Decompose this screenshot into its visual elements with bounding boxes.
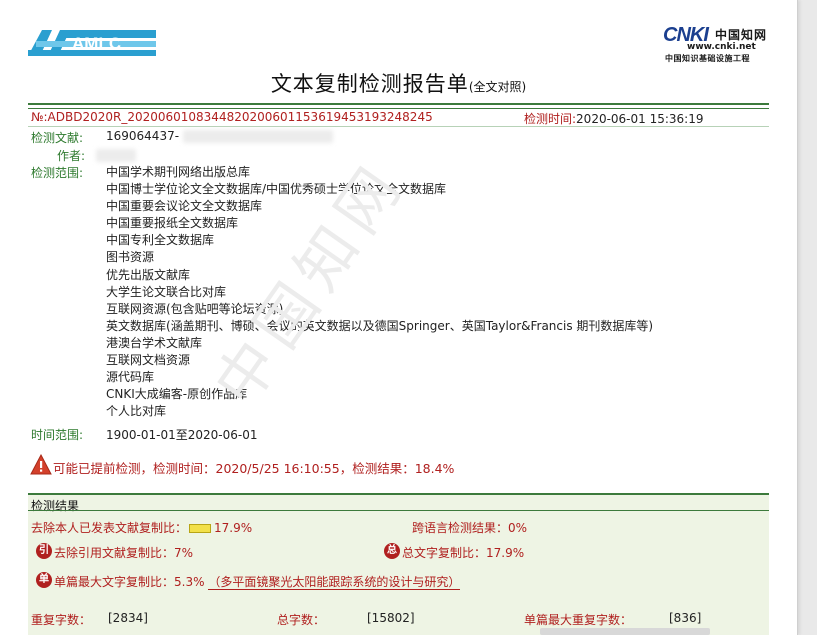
repeat-chars-value: [2834] <box>108 611 148 625</box>
check-time: 检测时间:2020-06-01 15:36:19 <box>524 110 704 127</box>
range-item: 英文数据库(涵盖期刊、博硕、会议的英文数据以及德国Springer、英国Tayl… <box>106 318 654 333</box>
cross-lang-value: 0% <box>508 521 528 535</box>
report-title-suffix: (全文对照) <box>468 80 527 94</box>
single-source-title[interactable]: （多平面镜聚光太阳能跟踪系统的设计与研究） <box>208 575 461 590</box>
doc-value: 169064437- <box>106 129 334 143</box>
report-page: AMLC CNKI 中国知网 www.cnki.net 中国知识基础设施工程 文… <box>0 0 798 635</box>
single-max-repeat: 单篇最大重复字数： <box>524 611 632 628</box>
report-title-main: 文本复制检测报告单 <box>270 72 469 96</box>
range-item: 优先出版文献库 <box>106 267 191 282</box>
range-item: 互联网资源(包含贴吧等论坛资源) <box>106 301 284 316</box>
range-item: CNKI大成编客-原创作品库 <box>106 387 248 402</box>
check-time-value: 2020-06-01 15:36:19 <box>576 112 704 126</box>
range-item: 源代码库 <box>106 370 155 385</box>
range-item: 大学生论文联合比对库 <box>106 284 227 299</box>
exclude-self-value: 17.9% <box>214 521 253 535</box>
range-item: 个人比对库 <box>106 404 167 419</box>
doc-id: 169064437- <box>106 129 180 143</box>
warning-text: 可能已提前检测，检测时间：2020/5/25 16:10:55，检测结果：18.… <box>53 461 455 476</box>
single-value: 5.3% <box>174 575 205 589</box>
time-range-value: 1900-01-01至2020-06-01 <box>106 428 258 442</box>
results-top-line <box>28 493 769 495</box>
cnki-subtitle: 中国知识基础设施工程 <box>665 54 750 63</box>
cnki-logo: CNKI 中国知网 www.cnki.net 中国知识基础设施工程 <box>663 24 773 64</box>
range-item: 港澳台学术文献库 <box>106 335 203 350</box>
total-chars-value: [15802] <box>367 611 415 625</box>
warning-icon <box>30 454 52 475</box>
total-value: 17.9% <box>486 546 525 560</box>
single-row: 单篇最大文字复制比：5.3% （多平面镜聚光太阳能跟踪系统的设计与研究） <box>54 573 461 590</box>
results-title: 检测结果 <box>31 499 80 513</box>
viewer-toolbar-hint[interactable] <box>540 628 710 635</box>
exclude-self-row: 去除本人已发表文献复制比： 17.9% <box>31 519 252 536</box>
amlc-logo: AMLC <box>28 30 156 56</box>
cnki-cn: 中国知网 <box>715 28 768 42</box>
doc-label: 检测文献: <box>31 131 84 145</box>
results-title-line <box>28 510 769 511</box>
amlc-logo-text: AMLC <box>72 34 121 53</box>
single-label: 单篇最大文字复制比： <box>54 575 175 589</box>
cross-lang-label: 跨语言检测结果： <box>412 521 509 535</box>
single-max-repeat-value: [836] <box>669 611 702 625</box>
results-section: 检测结果 去除本人已发表文献复制比： 17.9% 跨语言检测结果：0% 引 去除引… <box>28 493 769 635</box>
exclude-quote-row: 去除引用文献复制比：7% <box>54 544 193 561</box>
total-row: 总文字复制比：17.9% <box>402 544 524 561</box>
range-label: 检测范围: <box>31 166 84 180</box>
author-label: 作者: <box>57 149 86 163</box>
exclude-self-label: 去除本人已发表文献复制比： <box>31 521 188 535</box>
meta-divider <box>28 126 769 127</box>
range-item: 图书资源 <box>106 250 155 265</box>
total-chars-label: 总字数： <box>277 613 326 627</box>
check-time-label: 检测时间: <box>524 112 577 126</box>
repeat-chars: 重复字数： <box>31 611 91 628</box>
single-max-repeat-label: 单篇最大重复字数： <box>524 613 633 627</box>
title-divider <box>28 103 769 109</box>
cross-lang-row: 跨语言检测结果：0% <box>412 519 527 536</box>
total-icon: 总 <box>384 543 400 559</box>
redacted-author <box>96 149 136 162</box>
quote-icon: 引 <box>36 543 52 559</box>
redacted-doc-title <box>183 130 334 143</box>
exclude-quote-value: 7% <box>174 546 194 560</box>
exclude-quote-label: 去除引用文献复制比： <box>54 546 175 560</box>
ratio-swatch <box>189 524 212 533</box>
range-item: 互联网文档资源 <box>106 353 191 368</box>
repeat-chars-label: 重复字数： <box>31 613 92 627</box>
report-number: №:ADBD2020R_2020060108344820200601153619… <box>31 110 433 124</box>
time-range-label: 时间范围: <box>31 428 84 442</box>
report-title: 文本复制检测报告单(全文对照) <box>0 68 797 98</box>
cnki-url: www.cnki.net <box>687 42 756 52</box>
total-label: 总文字复制比： <box>402 546 487 560</box>
single-icon: 单 <box>36 572 52 588</box>
total-chars: 总字数： <box>277 611 325 628</box>
